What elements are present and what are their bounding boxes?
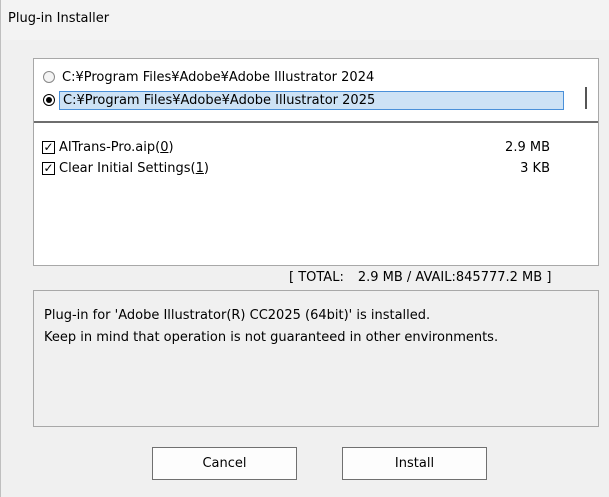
file-name: AITrans-Pro.aip(0) xyxy=(59,139,174,155)
radio-icon[interactable] xyxy=(43,71,55,83)
checkbox-checked-icon[interactable]: ✓ xyxy=(42,161,55,175)
total-size-summary: [ TOTAL: 2.9 MB / AVAIL:845777.2 MB ] xyxy=(289,270,551,285)
window-left-edge xyxy=(0,0,1,497)
total-value: 2.9 MB / AVAIL:845777.2 MB ] xyxy=(357,270,552,285)
file-name: Clear Initial Settings(1) xyxy=(59,160,209,176)
file-size: 3 KB xyxy=(520,160,550,176)
status-message-line: Keep in mind that operation is not guara… xyxy=(44,330,499,345)
path-label[interactable]: C:¥Program Files¥Adobe¥Adobe Illustrator… xyxy=(59,69,377,86)
status-message-line: Plug-in for 'Adobe Illustrator(R) CC2025… xyxy=(44,308,431,323)
path-label-selected[interactable]: C:¥Program Files¥Adobe¥Adobe Illustrator… xyxy=(59,90,564,110)
install-target-list[interactable]: C:¥Program Files¥Adobe¥Adobe Illustrator… xyxy=(33,58,599,266)
title-bar: Plug-in Installer xyxy=(0,0,609,40)
list-divider xyxy=(34,121,598,123)
file-item-aitrans[interactable]: ✓ AITrans-Pro.aip(0) 2.9 MB xyxy=(42,138,550,156)
path-option-2025[interactable]: C:¥Program Files¥Adobe¥Adobe Illustrator… xyxy=(43,90,564,110)
cancel-button[interactable]: Cancel xyxy=(152,447,297,480)
scrollbar-thumb[interactable] xyxy=(585,87,587,109)
install-button[interactable]: Install xyxy=(342,447,487,480)
total-label: [ TOTAL: xyxy=(289,270,344,285)
file-item-clear-settings[interactable]: ✓ Clear Initial Settings(1) 3 KB xyxy=(42,159,550,177)
status-message-box: Plug-in for 'Adobe Illustrator(R) CC2025… xyxy=(33,290,599,427)
file-size: 2.9 MB xyxy=(505,139,550,155)
radio-selected-icon[interactable] xyxy=(43,94,55,106)
window-title: Plug-in Installer xyxy=(8,11,110,26)
checkbox-checked-icon[interactable]: ✓ xyxy=(42,140,55,154)
path-option-2024[interactable]: C:¥Program Files¥Adobe¥Adobe Illustrator… xyxy=(43,67,377,87)
